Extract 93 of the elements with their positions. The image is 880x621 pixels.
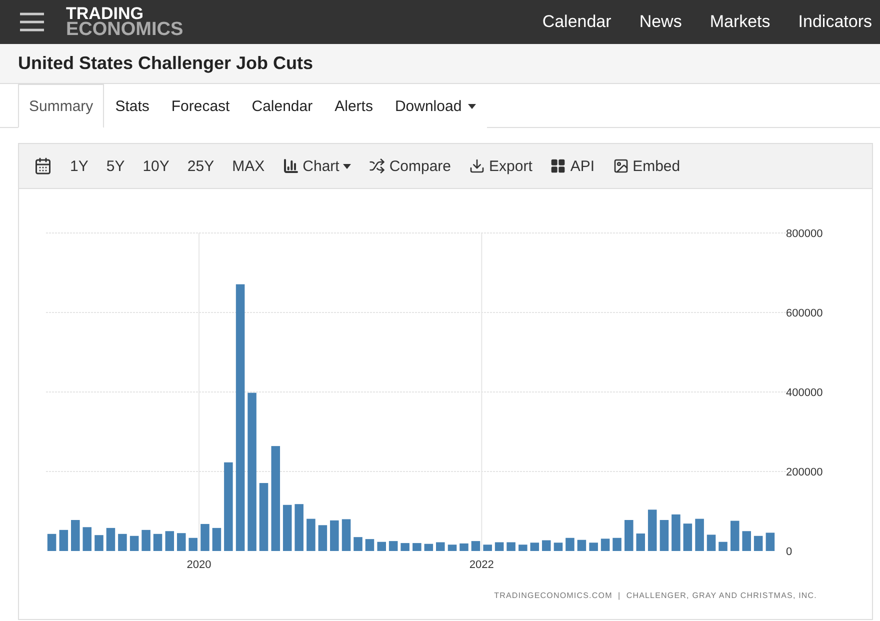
calendar-icon bbox=[34, 157, 52, 175]
caret-icon bbox=[468, 104, 476, 109]
y-axis-label: 600000 bbox=[786, 308, 823, 320]
download-icon bbox=[469, 158, 486, 174]
bar bbox=[365, 539, 374, 551]
bar bbox=[412, 543, 422, 551]
bar bbox=[600, 538, 610, 551]
menu-icon[interactable] bbox=[18, 12, 46, 32]
bar bbox=[354, 537, 362, 551]
bar bbox=[388, 541, 398, 551]
y-axis-label: 0 bbox=[786, 546, 792, 558]
bar bbox=[577, 540, 586, 551]
bar bbox=[130, 536, 139, 551]
bar bbox=[118, 534, 127, 551]
bar bbox=[294, 504, 304, 551]
caret-icon bbox=[343, 164, 352, 168]
bar bbox=[306, 518, 316, 551]
nav-link[interactable]: Calendar bbox=[542, 12, 612, 32]
nav-link[interactable]: News bbox=[639, 12, 682, 32]
bar bbox=[47, 534, 56, 551]
x-axis-label: 2022 bbox=[469, 559, 494, 571]
bar bbox=[624, 520, 634, 551]
range-button[interactable]: 5Y bbox=[99, 151, 132, 181]
bar bbox=[259, 483, 268, 551]
nav-link[interactable]: Indicators bbox=[798, 12, 872, 32]
bar bbox=[506, 542, 516, 551]
shuffle-icon bbox=[369, 158, 386, 174]
bar bbox=[518, 544, 528, 551]
range-button[interactable]: 25Y bbox=[180, 151, 222, 181]
grid-icon bbox=[550, 158, 566, 174]
source-note: TRADINGECONOMICS.COM | CHALLENGER, GRAY AND CHRISTMAS, INC. bbox=[494, 591, 817, 600]
bar bbox=[342, 519, 351, 551]
bar bbox=[330, 520, 339, 551]
bar bbox=[94, 535, 104, 551]
range-button[interactable]: 10Y bbox=[136, 151, 176, 181]
bar bbox=[282, 504, 292, 551]
compare-button[interactable]: Compare bbox=[362, 151, 458, 181]
api-button[interactable]: API bbox=[543, 151, 602, 181]
y-axis-label: 400000 bbox=[786, 387, 823, 399]
bar bbox=[554, 542, 563, 551]
embed-button[interactable]: Embed bbox=[606, 151, 688, 181]
bar bbox=[612, 538, 622, 551]
bar bbox=[672, 514, 680, 551]
bar bbox=[730, 520, 740, 551]
bar bbox=[59, 530, 68, 551]
x-axis-label: 2020 bbox=[186, 559, 212, 571]
bar bbox=[188, 538, 198, 551]
page-title: United States Challenger Job Cuts bbox=[18, 53, 314, 74]
bar bbox=[106, 528, 116, 551]
logo-text[interactable]: ECONOMICS bbox=[66, 22, 184, 38]
range-button[interactable]: 1Y bbox=[63, 151, 96, 181]
bar bbox=[400, 543, 410, 551]
bar bbox=[165, 531, 174, 551]
bar bbox=[530, 542, 540, 551]
bar bbox=[636, 534, 646, 551]
tab[interactable]: Summary bbox=[18, 84, 104, 128]
bar bbox=[448, 544, 457, 551]
bar bbox=[471, 541, 480, 551]
bar bbox=[377, 542, 386, 551]
bar bbox=[683, 524, 692, 551]
bar bbox=[153, 534, 162, 551]
logo-text[interactable]: TRADING bbox=[66, 6, 184, 22]
nav-link[interactable]: Markets bbox=[710, 12, 770, 32]
bar bbox=[566, 538, 574, 551]
bar bbox=[648, 510, 657, 551]
bar bbox=[460, 543, 468, 551]
bar bbox=[660, 520, 669, 551]
bar bbox=[695, 518, 704, 551]
chart-type-button[interactable]: Chart bbox=[276, 151, 358, 181]
bar bbox=[483, 544, 492, 551]
range-button[interactable]: MAX bbox=[225, 151, 272, 181]
bar bbox=[71, 520, 80, 551]
bar bbox=[200, 524, 210, 551]
bar bbox=[742, 531, 751, 551]
bar bbox=[436, 542, 445, 551]
bar bbox=[754, 536, 763, 551]
bar bbox=[212, 528, 222, 551]
export-button[interactable]: Export bbox=[462, 151, 540, 181]
bar bbox=[494, 542, 504, 551]
bar bbox=[176, 533, 186, 551]
bar bbox=[766, 532, 775, 551]
image-icon bbox=[612, 158, 629, 174]
bar bbox=[718, 542, 728, 551]
bar-chart-icon bbox=[282, 158, 299, 174]
bar bbox=[706, 534, 716, 551]
bar bbox=[542, 540, 551, 551]
bar bbox=[589, 542, 598, 551]
y-axis-label: 800000 bbox=[786, 228, 823, 240]
y-axis-label: 200000 bbox=[786, 466, 823, 478]
bar bbox=[318, 525, 328, 551]
bar bbox=[142, 530, 150, 551]
bar bbox=[424, 544, 434, 551]
bar bbox=[82, 527, 92, 551]
